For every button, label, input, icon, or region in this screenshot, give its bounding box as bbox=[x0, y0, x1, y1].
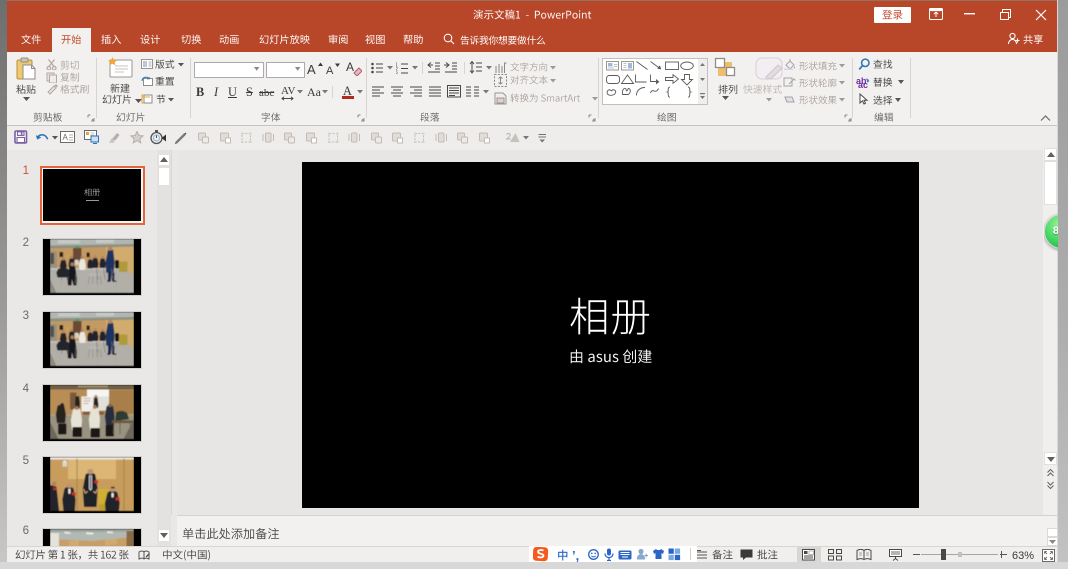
svg-text:A: A bbox=[63, 133, 69, 142]
svg-text:A: A bbox=[346, 60, 354, 74]
svg-text:ac: ac bbox=[858, 80, 868, 88]
svg-text:A: A bbox=[307, 62, 316, 77]
svg-text:A: A bbox=[326, 65, 334, 77]
svg-text:3: 3 bbox=[396, 72, 398, 75]
